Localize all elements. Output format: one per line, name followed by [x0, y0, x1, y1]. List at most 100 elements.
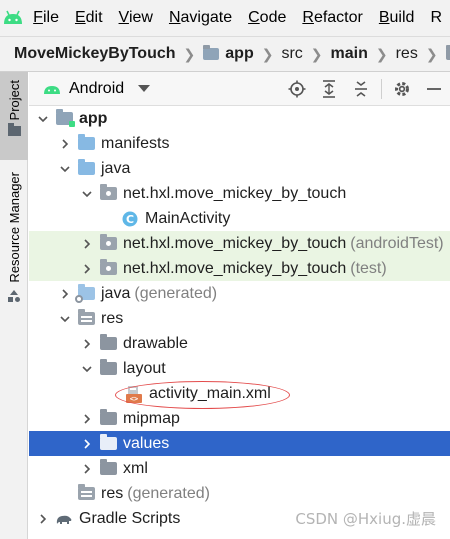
- tree-node-values[interactable]: values: [29, 431, 450, 456]
- menu-bar: File Edit View Navigate Code Refactor Bu…: [0, 0, 450, 36]
- tree-node-manifests[interactable]: manifests: [29, 131, 450, 156]
- tree-node-label: res: [101, 309, 124, 327]
- panel-toolbar: [281, 72, 450, 106]
- tree-node-label: MainActivity: [145, 209, 231, 227]
- android-icon: [41, 79, 63, 99]
- tree-node-suffix: (generated): [134, 284, 218, 302]
- tree-node-label: java: [101, 284, 131, 302]
- resource-manager-tool-tab[interactable]: Resource Manager: [0, 172, 28, 318]
- tree-node-app[interactable]: app: [29, 106, 450, 131]
- tree-node-label: xml: [123, 459, 148, 477]
- tree-node-label: net.hxl.move_mickey_by_touch: [123, 259, 347, 277]
- tree-node-label: values: [123, 434, 170, 452]
- breadcrumb-project[interactable]: MoveMickeyByTouch: [14, 45, 176, 63]
- breadcrumb-res[interactable]: res: [396, 45, 418, 63]
- tree-node-res[interactable]: res: [29, 306, 450, 331]
- tree-node-drawable[interactable]: drawable: [29, 331, 450, 356]
- expand-all-icon[interactable]: [313, 72, 345, 106]
- chevron-right-icon: ❯: [261, 45, 274, 62]
- menu-navigate[interactable]: Navigate: [161, 9, 240, 27]
- chevron-right-icon[interactable]: [81, 238, 93, 250]
- project-tab-label: Project: [6, 80, 22, 121]
- tree-node-xml[interactable]: xml: [29, 456, 450, 481]
- menu-refactor[interactable]: Refactor: [294, 9, 370, 27]
- tree-node-package-test[interactable]: net.hxl.move_mickey_by_touch (test): [29, 256, 450, 281]
- chevron-right-icon[interactable]: [81, 413, 93, 425]
- tree-node-label: manifests: [101, 134, 170, 152]
- chevron-right-icon: ❯: [375, 45, 388, 62]
- menu-run[interactable]: R: [422, 9, 450, 27]
- chevron-right-icon[interactable]: [81, 463, 93, 475]
- locate-file-icon[interactable]: [281, 72, 313, 106]
- watermark: CSDN @Hxiug.虚晨: [295, 510, 436, 528]
- project-tool-tab[interactable]: Project: [0, 72, 28, 160]
- chevron-down-icon[interactable]: [37, 113, 49, 125]
- chevron-right-icon[interactable]: [59, 138, 71, 150]
- tree-node-label: Gradle Scripts: [79, 509, 181, 527]
- project-panel-header: Android: [29, 72, 450, 106]
- tree-node-suffix: (androidTest): [350, 234, 444, 252]
- chevron-right-icon: ❯: [183, 45, 196, 62]
- folder-icon: [99, 434, 117, 452]
- chevron-right-icon: ❯: [310, 45, 323, 62]
- minimize-icon[interactable]: [418, 72, 450, 106]
- toolbar-divider: [381, 79, 382, 99]
- project-view-select[interactable]: Android: [69, 80, 124, 98]
- tree-node-java-generated[interactable]: java (generated): [29, 281, 450, 306]
- module-folder-icon: [55, 109, 75, 127]
- tree-node-label: layout: [123, 359, 166, 377]
- menu-code[interactable]: Code: [240, 9, 294, 27]
- package-icon: [99, 184, 117, 202]
- folder-icon: [445, 45, 450, 60]
- menu-view[interactable]: View: [111, 9, 161, 27]
- menu-edit[interactable]: Edit: [67, 9, 111, 27]
- chevron-right-icon[interactable]: [81, 338, 93, 350]
- breadcrumb-main[interactable]: main: [331, 45, 368, 63]
- project-tree: app manifests java net.hxl.move_mickey_b…: [29, 106, 450, 539]
- menu-file[interactable]: File: [25, 9, 67, 27]
- tree-node-main-activity[interactable]: C MainActivity: [29, 206, 450, 231]
- left-tool-strip: Project Resource Manager: [0, 72, 28, 539]
- folder-icon: [77, 134, 95, 152]
- breadcrumb-src[interactable]: src: [281, 45, 302, 63]
- resource-manager-tab-label: Resource Manager: [6, 172, 22, 283]
- gear-icon[interactable]: [386, 72, 418, 106]
- tree-node-suffix: (test): [350, 259, 387, 277]
- chevron-right-icon[interactable]: [81, 438, 93, 450]
- chevron-down-icon[interactable]: [59, 313, 71, 325]
- menu-build[interactable]: Build: [371, 9, 423, 27]
- resource-folder-icon: [77, 484, 95, 502]
- tree-node-mipmap[interactable]: mipmap: [29, 406, 450, 431]
- chevron-down-icon[interactable]: [59, 163, 71, 175]
- gradle-elephant-icon: [55, 511, 73, 527]
- tree-node-suffix: (generated): [127, 484, 210, 502]
- tree-node-label: net.hxl.move_mickey_by_touch: [123, 234, 347, 252]
- tree-node-label: java: [101, 159, 131, 177]
- resource-manager-icon: [7, 289, 21, 303]
- chevron-down-icon[interactable]: [138, 85, 151, 92]
- tree-node-label: res: [101, 484, 124, 502]
- tree-node-java[interactable]: java: [29, 156, 450, 181]
- tree-node-label: net.hxl.move_mickey_by_touch: [123, 184, 347, 202]
- collapse-all-icon[interactable]: [345, 72, 377, 106]
- tree-node-label: drawable: [123, 334, 188, 352]
- breadcrumb-app[interactable]: app: [203, 45, 254, 63]
- folder-icon: [7, 123, 21, 137]
- breadcrumb-values[interactable]: values: [445, 45, 450, 63]
- tree-node-res-generated[interactable]: res (generated): [29, 481, 450, 506]
- resource-folder-icon: [77, 309, 95, 327]
- chevron-down-icon[interactable]: [81, 188, 93, 200]
- svg-text:C: C: [126, 213, 134, 226]
- tree-node-layout[interactable]: layout: [29, 356, 450, 381]
- tree-node-package[interactable]: net.hxl.move_mickey_by_touch: [29, 181, 450, 206]
- chevron-down-icon[interactable]: [81, 363, 93, 375]
- tree-node-label: app: [79, 109, 108, 127]
- tree-node-package-android-test[interactable]: net.hxl.move_mickey_by_touch (androidTes…: [29, 231, 450, 256]
- chevron-right-icon[interactable]: [37, 513, 49, 525]
- module-folder-icon: [203, 45, 220, 60]
- folder-icon: [77, 159, 95, 177]
- folder-icon: [99, 359, 117, 377]
- chevron-right-icon[interactable]: [59, 288, 71, 300]
- chevron-right-icon[interactable]: [81, 263, 93, 275]
- folder-icon: [99, 334, 117, 352]
